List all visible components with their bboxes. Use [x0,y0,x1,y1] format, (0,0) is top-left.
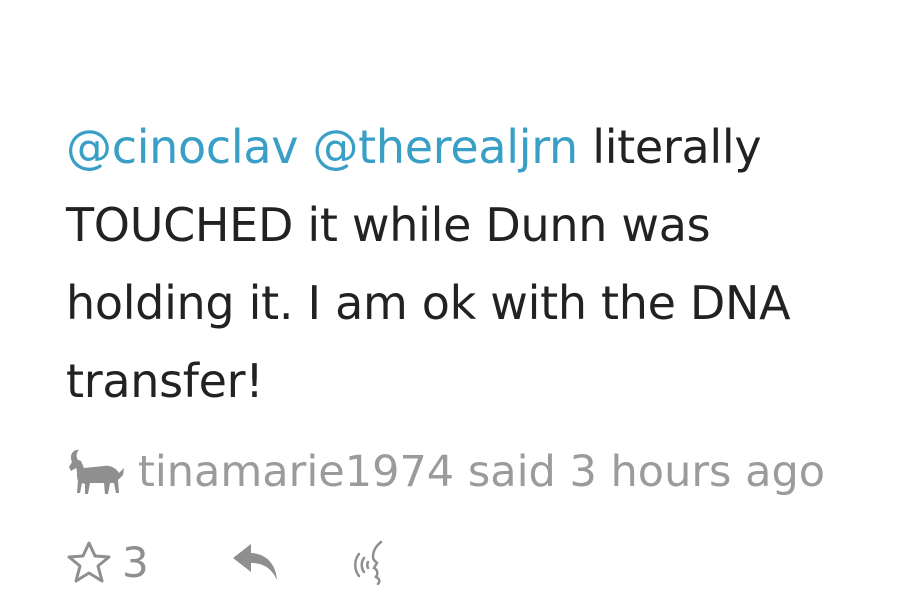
speak-icon[interactable] [351,539,391,585]
comment-actions: 3 [66,534,391,590]
reply-arrow-icon[interactable] [231,540,281,584]
comment-meta: tinamarie1974 said 3 hours ago [66,440,825,504]
username[interactable]: tinamarie1974 [138,447,454,497]
mention-link-cinoclav[interactable]: @cinoclav [66,120,298,174]
goat-icon[interactable] [66,446,126,498]
comment-text: @cinoclav @therealjrn literally TOUCHED … [66,108,866,420]
mention-link-therealjrn[interactable]: @therealjrn [312,120,578,174]
comment-body: @cinoclav @therealjrn literally TOUCHED … [66,108,866,420]
star-outline-icon [67,541,111,583]
said-label: said [467,447,556,497]
like-button[interactable]: 3 [66,538,149,587]
timestamp: 3 hours ago [569,447,826,497]
like-count: 3 [122,537,149,587]
